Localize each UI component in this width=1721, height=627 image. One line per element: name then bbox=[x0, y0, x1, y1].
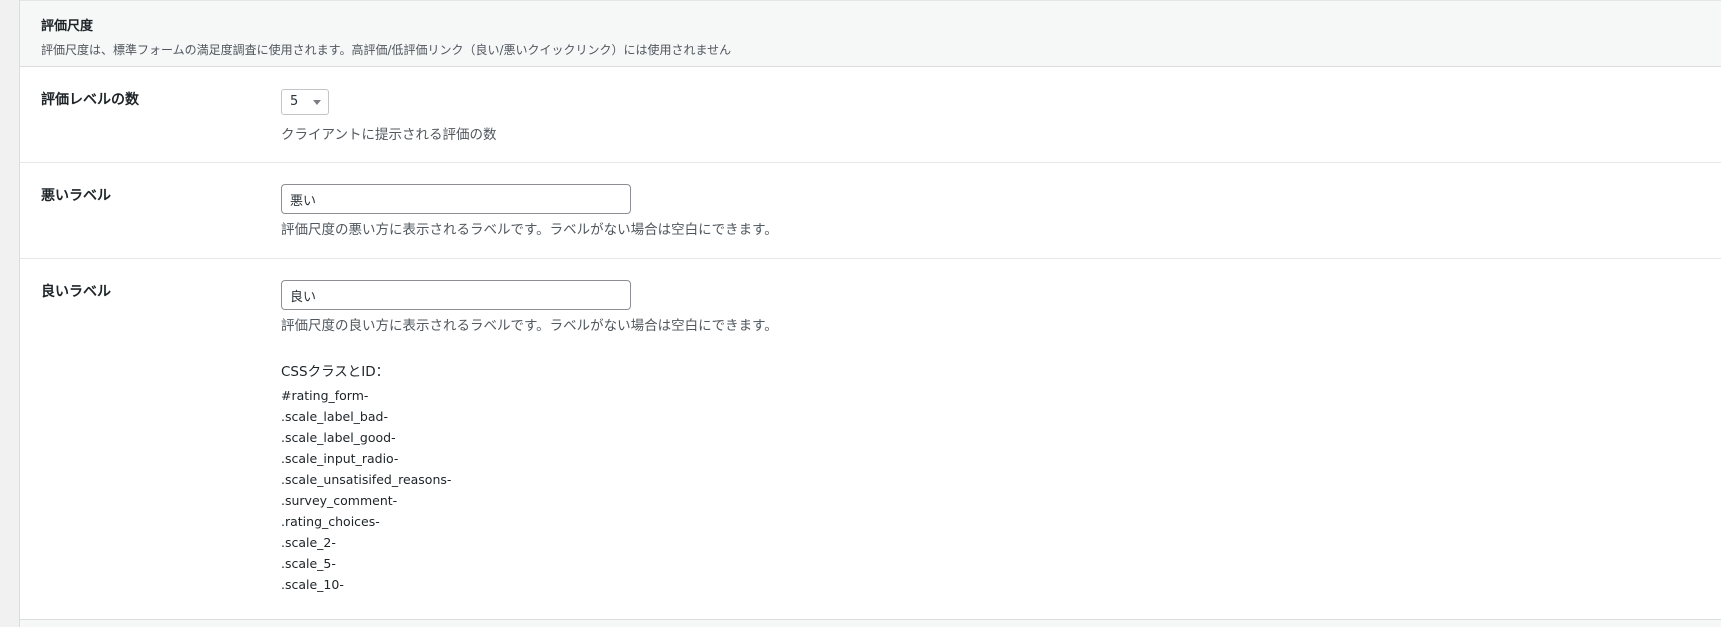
rating-levels-field: 5 クライアントに提示される評価の数 bbox=[281, 89, 496, 143]
good-label-row: 良いラベル 評価尺度の良い方に表示されるラベルです。ラベルがない場合は空白にでき… bbox=[20, 259, 1721, 619]
bad-label-label: 悪いラベル bbox=[41, 188, 111, 204]
settings-panel: 評価尺度 評価尺度は、標準フォームの満足度調査に使用されます。高評価/低評価リン… bbox=[19, 0, 1721, 627]
rating-levels-row: 評価レベルの数 5 クライアントに提示される評価の数 bbox=[20, 67, 1721, 163]
rating-levels-selected-value: 5 bbox=[290, 94, 299, 109]
css-class-item: .survey_comment- bbox=[281, 493, 398, 508]
good-label-input[interactable] bbox=[281, 280, 631, 310]
css-class-item: .scale_label_bad- bbox=[281, 409, 388, 424]
bad-label-row: 悪いラベル 評価尺度の悪い方に表示されるラベルです。ラベルがない場合は空白にでき… bbox=[20, 163, 1721, 259]
good-label-label: 良いラベル bbox=[41, 284, 111, 300]
bad-label-input[interactable] bbox=[281, 184, 631, 214]
section-description: 評価尺度は、標準フォームの満足度調査に使用されます。高評価/低評価リンク（良い/… bbox=[41, 43, 732, 57]
css-class-list: #rating_form- .scale_label_bad- .scale_l… bbox=[281, 385, 778, 595]
css-class-item: .scale_10- bbox=[281, 577, 344, 592]
rating-levels-label: 評価レベルの数 bbox=[41, 92, 139, 108]
css-class-item: .scale_unsatisifed_reasons- bbox=[281, 472, 452, 487]
css-class-item: .scale_input_radio- bbox=[281, 451, 399, 466]
css-class-item: .scale_5- bbox=[281, 556, 336, 571]
section-header: 評価尺度 評価尺度は、標準フォームの満足度調査に使用されます。高評価/低評価リン… bbox=[20, 0, 1721, 67]
section-title: 評価尺度 bbox=[41, 19, 94, 34]
chevron-down-icon bbox=[313, 100, 321, 105]
bottom-divider bbox=[20, 619, 1721, 627]
css-class-item: .rating_choices- bbox=[281, 514, 380, 529]
good-label-field: 評価尺度の良い方に表示されるラベルです。ラベルがない場合は空白にできます。 CS… bbox=[281, 280, 778, 595]
good-label-help: 評価尺度の良い方に表示されるラベルです。ラベルがない場合は空白にできます。 bbox=[281, 318, 778, 334]
css-info-title: CSSクラスとID： bbox=[281, 364, 390, 380]
bad-label-help: 評価尺度の悪い方に表示されるラベルです。ラベルがない場合は空白にできます。 bbox=[281, 222, 778, 238]
css-class-item: .scale_label_good- bbox=[281, 430, 396, 445]
rating-levels-select[interactable]: 5 bbox=[281, 89, 329, 115]
rating-levels-help: クライアントに提示される評価の数 bbox=[281, 127, 497, 143]
bad-label-field: 評価尺度の悪い方に表示されるラベルです。ラベルがない場合は空白にできます。 bbox=[281, 184, 778, 238]
css-class-item: .scale_2- bbox=[281, 535, 336, 550]
css-class-item: #rating_form- bbox=[281, 388, 369, 403]
